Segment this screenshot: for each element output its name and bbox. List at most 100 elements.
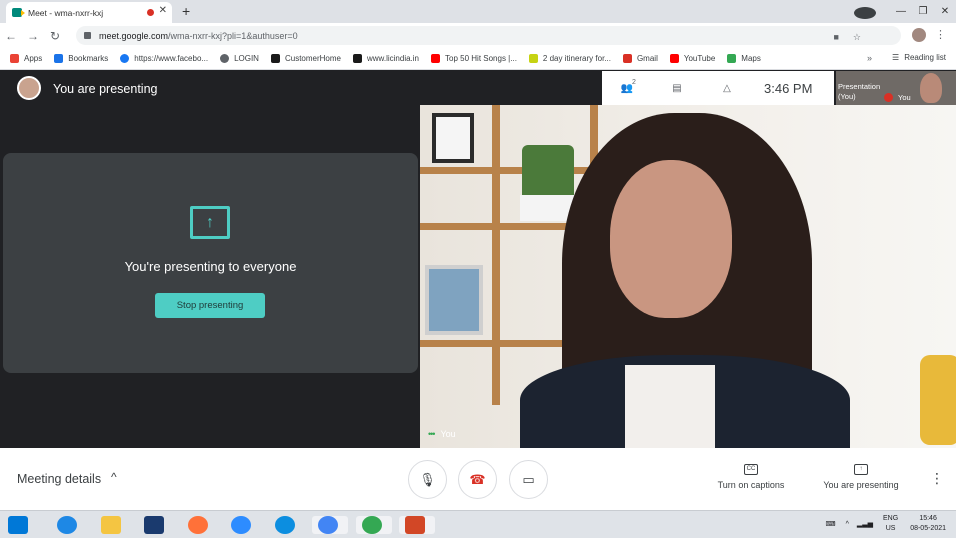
bookmark-facebook[interactable]: https://www.facebo...	[120, 54, 208, 63]
chrome-icon[interactable]	[362, 516, 382, 534]
bookmark-label: Maps	[741, 54, 761, 63]
present-now-button[interactable]: ↑ You are presenting	[812, 462, 910, 490]
reading-list-button[interactable]: ☰ Reading list	[892, 53, 946, 62]
window-controls: — ❐ ✕	[854, 0, 956, 23]
browser-menu-icon[interactable]: ⋮	[935, 28, 946, 41]
chat-button[interactable]: ▤	[652, 83, 702, 94]
participants-count: 2	[632, 78, 636, 86]
bookmark-label: Top 50 Hit Songs |...	[445, 54, 517, 63]
wall-frame	[432, 113, 474, 163]
reload-icon[interactable]: ↻	[44, 29, 66, 43]
mic-off-icon	[884, 93, 893, 102]
bookmark-customerhome[interactable]: CustomerHome	[270, 54, 341, 63]
new-tab-button[interactable]: +	[182, 3, 190, 19]
gmail-icon	[622, 54, 632, 63]
close-window-icon[interactable]: ✕	[934, 6, 956, 17]
more-options-icon[interactable]: ⋮	[930, 470, 944, 487]
reading-list-label: Reading list	[904, 53, 946, 62]
tab-search-icon[interactable]	[854, 6, 876, 19]
video-you-label: You	[440, 429, 456, 439]
powerpoint-icon[interactable]	[405, 516, 425, 534]
bookmark-licindia[interactable]: www.licindia.in	[352, 54, 420, 63]
ie-icon[interactable]	[57, 516, 77, 534]
microphone-button[interactable]: 🎙	[408, 460, 447, 499]
meeting-details-button[interactable]: Meeting details	[17, 472, 101, 486]
language-code: ENG	[883, 515, 899, 522]
bookmark-gmail[interactable]: Gmail	[622, 54, 658, 63]
bookmark-top50[interactable]: Top 50 Hit Songs |...	[431, 54, 517, 63]
recording-indicator-icon	[147, 9, 154, 16]
back-icon[interactable]: ←	[0, 29, 22, 43]
meeting-clock: 3:46 PM	[764, 80, 813, 96]
edge-icon[interactable]	[275, 516, 295, 534]
forward-icon[interactable]: →	[22, 29, 44, 43]
bookmark-label: Gmail	[636, 54, 658, 63]
participants-button[interactable]: 👥 2	[602, 79, 652, 94]
shapes-icon: △	[723, 82, 731, 94]
meet-favicon-icon	[12, 8, 25, 17]
captions-icon: CC	[744, 464, 758, 475]
self-avatar	[17, 76, 41, 100]
zoom-icon[interactable]	[231, 516, 251, 534]
microphone-icon: 🎙	[419, 471, 436, 487]
captions-button[interactable]: CC Turn on captions	[705, 462, 797, 490]
close-tab-icon[interactable]: ✕	[159, 5, 167, 16]
presenting-card: ↑ You're presenting to everyone Stop pre…	[3, 153, 418, 373]
bookmark-login[interactable]: LOGIN	[220, 54, 259, 63]
omnibox-actions: ■ ☆	[833, 32, 861, 43]
chrome-profile-icon[interactable]	[318, 516, 338, 534]
bookmarks-bar: Apps Bookmarks https://www.facebo... LOG…	[0, 48, 956, 70]
bookmark-label: www.licindia.in	[366, 54, 420, 63]
camera-button[interactable]: ▭	[509, 460, 548, 499]
language-region: US	[885, 525, 896, 532]
bookmark-label: https://www.facebo...	[134, 54, 209, 63]
taskbar-clock[interactable]: 15:46 08-05-2021	[910, 514, 946, 534]
bookmark-youtube[interactable]: YouTube	[669, 54, 715, 63]
presentation-thumbnail[interactable]: Presentation (You) You	[836, 71, 956, 105]
bookmark-bookmarks[interactable]: Bookmarks	[54, 54, 108, 63]
person-face	[610, 160, 732, 318]
url-host: meet.google.com	[99, 30, 169, 41]
chevron-up-icon[interactable]: ^	[111, 470, 117, 484]
chat-icon: ▤	[672, 82, 682, 94]
bookmark-label: LOGIN	[234, 54, 259, 63]
network-icon[interactable]: ▂▃▅	[857, 520, 873, 528]
file-explorer-icon[interactable]	[101, 516, 121, 534]
windows-start-icon[interactable]	[8, 516, 28, 534]
firefox-icon[interactable]	[188, 516, 208, 534]
keyboard-icon[interactable]: ⌨	[825, 520, 835, 528]
bookmark-label: Bookmarks	[68, 54, 109, 63]
chevron-up-icon[interactable]: ^	[846, 521, 849, 528]
wall-frame	[425, 265, 483, 335]
maps-icon	[727, 54, 737, 63]
thumbnail-label-line2: (You)	[838, 92, 856, 101]
reading-list-icon: ☰	[892, 53, 900, 62]
presenting-title: You are presenting	[53, 82, 158, 96]
bookmark-label: 2 day itinerary for...	[542, 54, 611, 63]
youtube-icon	[431, 54, 441, 63]
restore-icon[interactable]: ❐	[912, 6, 934, 17]
thumbnail-label: Presentation (You)	[838, 82, 880, 102]
bookmark-star-icon[interactable]: ☆	[853, 32, 861, 43]
captions-label: Turn on captions	[717, 480, 785, 490]
cushion	[920, 355, 956, 445]
lenovo-icon[interactable]	[144, 516, 164, 534]
profile-avatar[interactable]	[912, 28, 926, 42]
address-bar[interactable]: meet.google.com/wma-nxrr-kxj?pli=1&authu…	[76, 26, 901, 45]
bookmark-maps[interactable]: Maps	[727, 54, 761, 63]
camera-icon: ▭	[522, 471, 535, 487]
meet-top-toolbar: 👥 2 ▤ △ 3:46 PM	[602, 71, 834, 105]
stop-presenting-button[interactable]: Stop presenting	[155, 293, 265, 318]
camera-in-use-icon[interactable]: ■	[833, 32, 838, 43]
input-language[interactable]: ENG US	[883, 514, 898, 534]
browser-tab-meet[interactable]: Meet - wma-nxrr-kxj ✕	[6, 2, 172, 23]
bookmark-itinerary[interactable]: 2 day itinerary for...	[528, 54, 611, 63]
more-bookmarks-button[interactable]: »	[867, 53, 872, 63]
activities-button[interactable]: △	[702, 83, 752, 94]
leave-call-button[interactable]: ☎	[458, 460, 497, 499]
apps-grid-icon	[10, 54, 19, 63]
minimize-icon[interactable]: —	[890, 6, 912, 17]
video-name-label: ••• You	[428, 429, 456, 439]
bookmark-apps[interactable]: Apps	[10, 54, 42, 63]
presenting-message: You're presenting to everyone	[124, 259, 297, 274]
